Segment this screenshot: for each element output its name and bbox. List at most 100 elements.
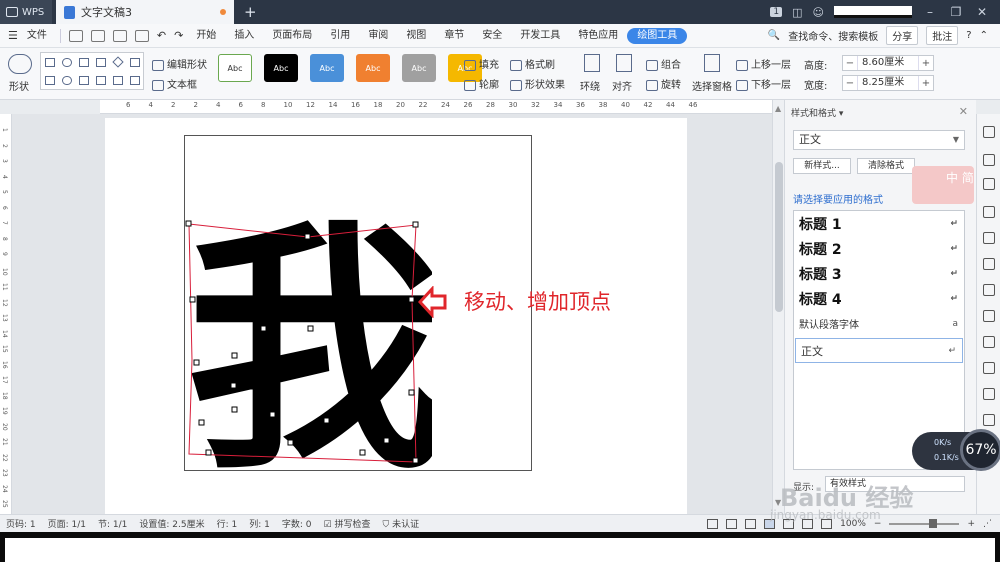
tab-security[interactable]: 安全 bbox=[473, 24, 511, 48]
wps-home-tab[interactable]: WPS bbox=[0, 0, 52, 24]
shape-rect-icon[interactable] bbox=[44, 57, 55, 67]
vertex-handle[interactable] bbox=[205, 449, 212, 456]
image-icon[interactable] bbox=[983, 388, 995, 400]
ime-toolbar[interactable]: 中 简 bbox=[912, 166, 974, 204]
height-decrease-button[interactable]: − bbox=[843, 58, 857, 69]
style-item-default-font[interactable]: 默认段落字体 a bbox=[794, 311, 964, 336]
bring-forward-button[interactable]: 上移一层 bbox=[736, 56, 791, 71]
shape-style-sample[interactable]: Abc bbox=[402, 54, 436, 82]
vertex-handle[interactable] bbox=[189, 296, 196, 303]
tab-review[interactable]: 审阅 bbox=[359, 24, 397, 48]
menu-icon[interactable]: ☰ bbox=[8, 29, 18, 42]
styles-panel-title[interactable]: 样式和格式 ▾ bbox=[791, 106, 843, 119]
shape-style-sample[interactable]: Abc bbox=[310, 54, 344, 82]
panel-close-icon[interactable]: ✕ bbox=[959, 105, 968, 118]
comment-button[interactable]: 批注 bbox=[926, 26, 959, 45]
window-count-badge[interactable]: 1 bbox=[770, 7, 783, 17]
shape-more-icon[interactable] bbox=[129, 75, 140, 85]
glyph-character[interactable]: 我 bbox=[186, 210, 432, 470]
resize-grip-icon[interactable]: ⋰ bbox=[983, 519, 992, 529]
align-icon[interactable] bbox=[616, 54, 632, 72]
ime-mode-text[interactable]: 中 简 bbox=[946, 169, 974, 186]
new-style-button[interactable]: 新样式... bbox=[793, 158, 851, 174]
format-painter-button[interactable]: 格式刷 bbox=[510, 56, 555, 71]
shape-style-sample[interactable]: Abc bbox=[218, 54, 252, 82]
style-item-heading2[interactable]: 标题 2 ↵ bbox=[794, 236, 964, 261]
wrap-button[interactable]: 环绕 bbox=[580, 78, 600, 93]
vertex-handle[interactable] bbox=[185, 220, 192, 227]
clear-format-button[interactable]: 清除格式 bbox=[857, 158, 915, 174]
status-section[interactable]: 节: 1/1 bbox=[98, 517, 127, 530]
shape-button[interactable]: 形状 bbox=[9, 78, 29, 93]
settings-sliders-icon[interactable] bbox=[983, 258, 995, 270]
shape-octagon-icon[interactable] bbox=[95, 75, 106, 85]
tab-view[interactable]: 视图 bbox=[397, 24, 435, 48]
shape-cross-icon[interactable] bbox=[112, 75, 123, 85]
user-name-redacted[interactable] bbox=[834, 6, 912, 18]
read-mode-icon[interactable] bbox=[726, 518, 738, 529]
vertex-handle[interactable] bbox=[198, 419, 205, 426]
copy-icon[interactable] bbox=[983, 284, 995, 296]
align-button[interactable]: 对齐 bbox=[612, 78, 632, 93]
edit-mode-icon[interactable] bbox=[745, 518, 757, 529]
tab-chapter[interactable]: 章节 bbox=[435, 24, 473, 48]
vertex-handle[interactable] bbox=[383, 437, 390, 444]
tab-insert[interactable]: 插入 bbox=[225, 24, 263, 48]
status-setting[interactable]: 设置值: 2.5厘米 bbox=[139, 517, 204, 530]
share-button[interactable]: 分享 bbox=[886, 26, 919, 45]
vertex-handle[interactable] bbox=[269, 411, 276, 418]
collapse-ribbon-icon[interactable]: ⌃ bbox=[980, 30, 988, 41]
scroll-up-icon[interactable]: ▲ bbox=[775, 104, 781, 113]
shield-icon[interactable] bbox=[983, 414, 995, 426]
shape-round-icon[interactable] bbox=[61, 57, 72, 67]
vertex-handle[interactable] bbox=[287, 439, 294, 446]
vertex-handle[interactable] bbox=[231, 406, 238, 413]
edit-shape-button[interactable]: 编辑形状 bbox=[152, 56, 207, 71]
maximize-icon[interactable]: ❐ bbox=[948, 5, 964, 19]
width-field[interactable]: − 8.25厘米 + bbox=[842, 75, 934, 91]
certification-button[interactable]: ⛉ 未认证 bbox=[382, 517, 419, 530]
style-icon[interactable] bbox=[983, 178, 995, 190]
wrap-icon[interactable] bbox=[584, 54, 600, 72]
share-out-icon[interactable] bbox=[983, 310, 995, 322]
status-pages[interactable]: 页面: 1/1 bbox=[48, 517, 86, 530]
undo-icon[interactable]: ↶ bbox=[157, 29, 166, 42]
vertex-handle[interactable] bbox=[304, 233, 311, 240]
scroll-thumb[interactable] bbox=[775, 162, 783, 312]
shape-style-sample[interactable]: Abc bbox=[264, 54, 298, 82]
zoom-slider[interactable] bbox=[889, 518, 960, 528]
vertex-handle[interactable] bbox=[230, 382, 237, 389]
height-value[interactable]: 8.60厘米 bbox=[857, 56, 919, 70]
width-value[interactable]: 8.25厘米 bbox=[857, 76, 919, 90]
command-search[interactable]: 查找命令、搜索模板 bbox=[788, 28, 878, 43]
style-item-heading4[interactable]: 标题 4 ↵ bbox=[794, 286, 964, 311]
shape-parallelogram-icon[interactable] bbox=[95, 57, 106, 67]
rotate-button[interactable]: 旋转 bbox=[646, 76, 681, 91]
vertex-handle[interactable] bbox=[412, 221, 419, 228]
shape-circle-icon[interactable] bbox=[61, 75, 72, 85]
vertex-handle[interactable] bbox=[412, 457, 419, 464]
shape-style-sample[interactable]: Abc bbox=[356, 54, 390, 82]
network-speed-widget[interactable]: 0K/s 0.1K/s 67% bbox=[912, 429, 1000, 471]
vertex-handle[interactable] bbox=[307, 325, 314, 332]
book-icon[interactable] bbox=[983, 336, 995, 348]
status-word-count[interactable]: 字数: 0 bbox=[282, 517, 312, 530]
export-icon[interactable] bbox=[90, 29, 105, 42]
shape-square-icon[interactable] bbox=[78, 75, 89, 85]
pen-icon[interactable] bbox=[983, 126, 995, 138]
preview-icon[interactable] bbox=[134, 29, 149, 42]
vertex-handle[interactable] bbox=[408, 296, 415, 303]
vertical-ruler[interactable]: 1 2 3 4 5 6 7 8 9 10 11 12 13 14 15 16 17 18 19 20 21 22 23 24 2… bbox=[0, 114, 12, 514]
vertex-handle[interactable] bbox=[193, 359, 200, 366]
fill-bucket-icon[interactable] bbox=[983, 206, 995, 218]
select-pane-button[interactable]: 选择窗格 bbox=[692, 78, 732, 93]
height-increase-button[interactable]: + bbox=[919, 58, 933, 69]
style-item-body[interactable]: 正文 ↵ bbox=[795, 338, 963, 363]
shape-icon[interactable] bbox=[8, 54, 32, 74]
skin-icon[interactable]: ◫ bbox=[792, 6, 802, 19]
zoom-in-icon[interactable]: + bbox=[967, 519, 975, 529]
outline-button[interactable]: 轮廓 bbox=[464, 76, 499, 91]
cursor-icon[interactable] bbox=[983, 154, 995, 166]
search-icon[interactable]: 🔍 bbox=[768, 30, 780, 41]
shape-trapezoid-icon[interactable] bbox=[78, 57, 89, 67]
